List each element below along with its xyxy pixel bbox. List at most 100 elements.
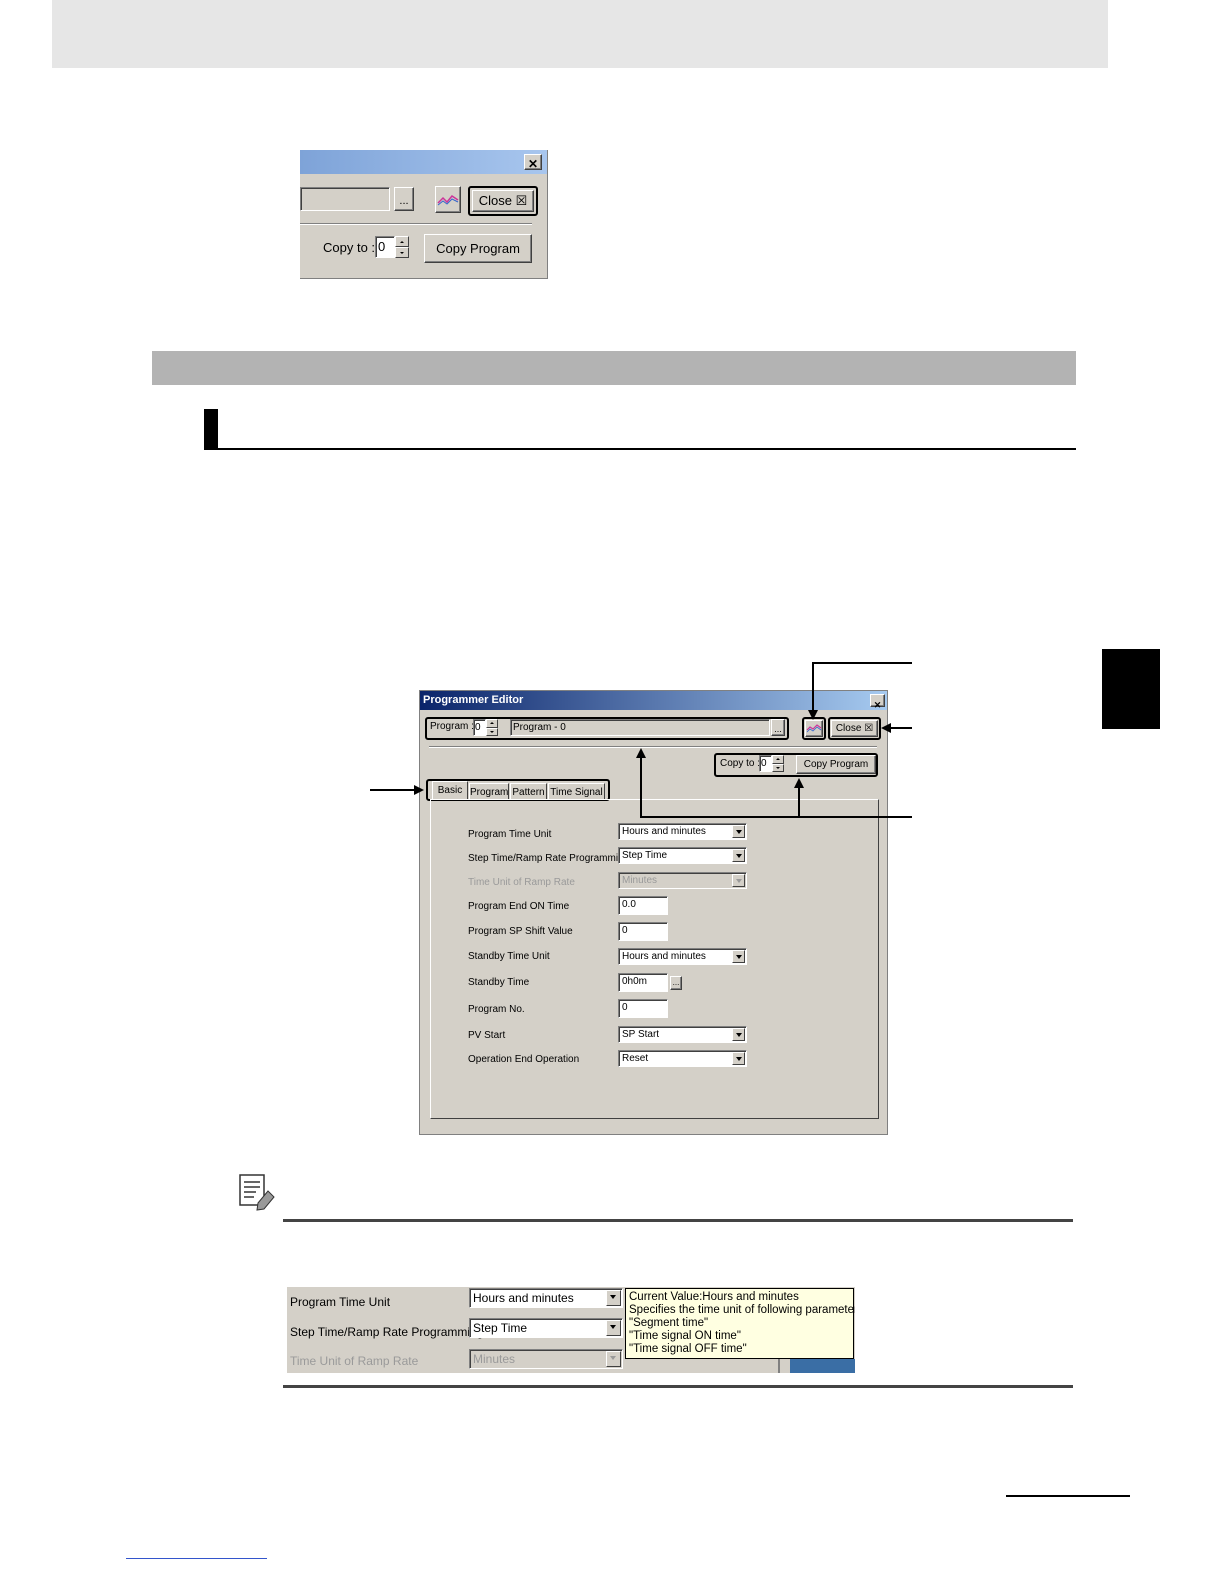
close-icon: ✕ (527, 157, 539, 171)
param-label-program-time-unit: Program Time Unit (290, 1295, 391, 1309)
tooltip-line: "Time signal ON time" (629, 1330, 741, 1342)
program-name-field[interactable] (300, 187, 390, 211)
callout-line-copy-vertical (798, 788, 800, 818)
chevron-down-icon (606, 1351, 621, 1367)
program-number-field[interactable]: 0 (473, 719, 486, 736)
editor-close-x-button[interactable]: ✕ (870, 694, 885, 710)
step-time-ramp-select[interactable]: Step Time (618, 847, 747, 864)
param-label-step-time-ramp: Step Time/Ramp Rate Programming (290, 1325, 484, 1339)
param-label-time-unit-ramp-rate: Time Unit of Ramp Rate (468, 877, 575, 888)
arrow-to-program-row (636, 748, 646, 758)
tab-program[interactable]: Program (469, 783, 509, 800)
background-window-fragment (790, 1359, 855, 1373)
copy-to-label: Copy to : (323, 240, 376, 255)
param-label-step-time-ramp: Step Time/Ramp Rate Programming (468, 853, 630, 864)
tooltip-line: "Segment time" (629, 1317, 709, 1329)
param-label-program-time-unit: Program Time Unit (468, 829, 552, 840)
programmer-editor-window: Programmer Editor ✕ Program : 0 Program … (419, 690, 888, 1135)
close-box-icon: ☒ (864, 723, 874, 734)
copy-program-screenshot: ✕ ... Close ☒ Copy to : 0 Copy Program (300, 150, 548, 279)
standby-time-unit-select[interactable]: Hours and minutes (618, 948, 747, 965)
spin-down-icon (395, 247, 409, 258)
close-button[interactable]: Close ☒ (472, 190, 534, 212)
graph-icon (806, 724, 822, 733)
operation-end-select[interactable]: Reset (618, 1050, 747, 1067)
param-label-operation-end: Operation End Operation (468, 1054, 580, 1065)
close-icon: ✕ (873, 700, 882, 710)
dialog-close-x-button[interactable]: ✕ (524, 154, 542, 171)
spin-down-icon (486, 727, 498, 736)
standby-time-browse-button[interactable]: ... (670, 976, 682, 990)
spin-up-icon (486, 719, 498, 728)
footer-link-underline (126, 1558, 267, 1559)
step-time-ramp-select[interactable]: Step Time (469, 1318, 623, 1338)
dialog-separator (300, 223, 532, 225)
tooltip-line: Specifies the time unit of following par… (629, 1304, 855, 1316)
copy-to-field[interactable]: 0 (759, 755, 772, 772)
arrow-to-close-button (881, 723, 891, 733)
copy-to-spinner[interactable] (395, 236, 409, 258)
param-label-program-no: Program No. (468, 1004, 525, 1015)
tooltip-line: "Time signal OFF time" (629, 1343, 747, 1355)
program-browse-button[interactable]: ... (394, 187, 414, 211)
program-time-unit-select[interactable]: Hours and minutes (469, 1288, 623, 1308)
param-label-program-end-on-time: Program End ON Time (468, 901, 570, 912)
graph-button[interactable] (435, 186, 461, 213)
program-browse-button[interactable]: ... (771, 719, 785, 736)
program-no-input[interactable]: 0 (618, 999, 668, 1018)
standby-time-input[interactable]: 0h0m (618, 973, 668, 992)
editor-title: Programmer Editor (423, 694, 524, 706)
copy-to-field[interactable]: 0 (375, 236, 395, 258)
arrow-to-copy-row (794, 778, 804, 788)
header-band (52, 0, 1108, 68)
program-label: Program : (430, 721, 474, 732)
arrow-to-tabs (414, 785, 424, 795)
chevron-down-icon (732, 825, 745, 838)
copy-to-label: Copy to : (720, 758, 761, 769)
chevron-down-icon (606, 1320, 621, 1336)
tab-time-signal[interactable]: Time Signal (548, 783, 605, 800)
chevron-down-icon (732, 950, 745, 963)
tab-basic[interactable]: Basic (432, 781, 468, 800)
param-label-pv-start: PV Start (468, 1030, 506, 1041)
program-name-field[interactable]: Program - 0 (510, 719, 770, 736)
spin-down-icon (772, 763, 784, 772)
chevron-down-icon (732, 849, 745, 862)
chevron-down-icon (732, 1028, 745, 1041)
program-number-spinner[interactable] (486, 719, 498, 736)
graph-button[interactable] (805, 720, 823, 737)
tab-pattern[interactable]: Pattern (510, 783, 547, 800)
param-label-standby-time: Standby Time (468, 977, 530, 988)
pv-start-select[interactable]: SP Start (618, 1026, 747, 1043)
callout-line-copy (640, 816, 912, 818)
close-button[interactable]: Close ☒ (831, 720, 878, 737)
heading-marker (204, 409, 218, 450)
heading-rule (204, 448, 1076, 450)
param-label-time-unit-ramp-rate: Time Unit of Ramp Rate (290, 1354, 419, 1368)
copy-program-button[interactable]: Copy Program (796, 755, 876, 774)
callout-line-close (890, 727, 912, 729)
section-bar (152, 351, 1076, 385)
note-rule-bottom (283, 1385, 1073, 1388)
spin-up-icon (772, 755, 784, 764)
callout-line-tabs (370, 789, 416, 791)
param-label-standby-time-unit: Standby Time Unit (468, 951, 550, 962)
arrow-to-graph-button (808, 710, 818, 720)
page-number-rule (1006, 1495, 1130, 1497)
tooltip-screenshot: Program Time Unit Hours and minutes Step… (287, 1287, 855, 1373)
chevron-down-icon (606, 1290, 621, 1306)
note-icon (239, 1174, 275, 1211)
graph-icon (437, 195, 459, 206)
editor-titlebar: Programmer Editor (420, 691, 887, 710)
callout-line-program-vertical (640, 758, 642, 818)
editor-separator (429, 746, 877, 748)
program-end-on-time-input[interactable]: 0.0 (618, 896, 668, 915)
close-box-icon: ☒ (515, 193, 528, 208)
copy-program-button[interactable]: Copy Program (424, 234, 532, 263)
panel-separator (778, 1359, 780, 1373)
program-sp-shift-input[interactable]: 0 (618, 922, 668, 941)
program-time-unit-select[interactable]: Hours and minutes (618, 823, 747, 840)
parameter-tooltip: Current Value:Hours and minutes Specifie… (625, 1288, 855, 1359)
time-unit-ramp-rate-select: Minutes (469, 1349, 623, 1369)
copy-to-spinner[interactable] (772, 755, 784, 772)
